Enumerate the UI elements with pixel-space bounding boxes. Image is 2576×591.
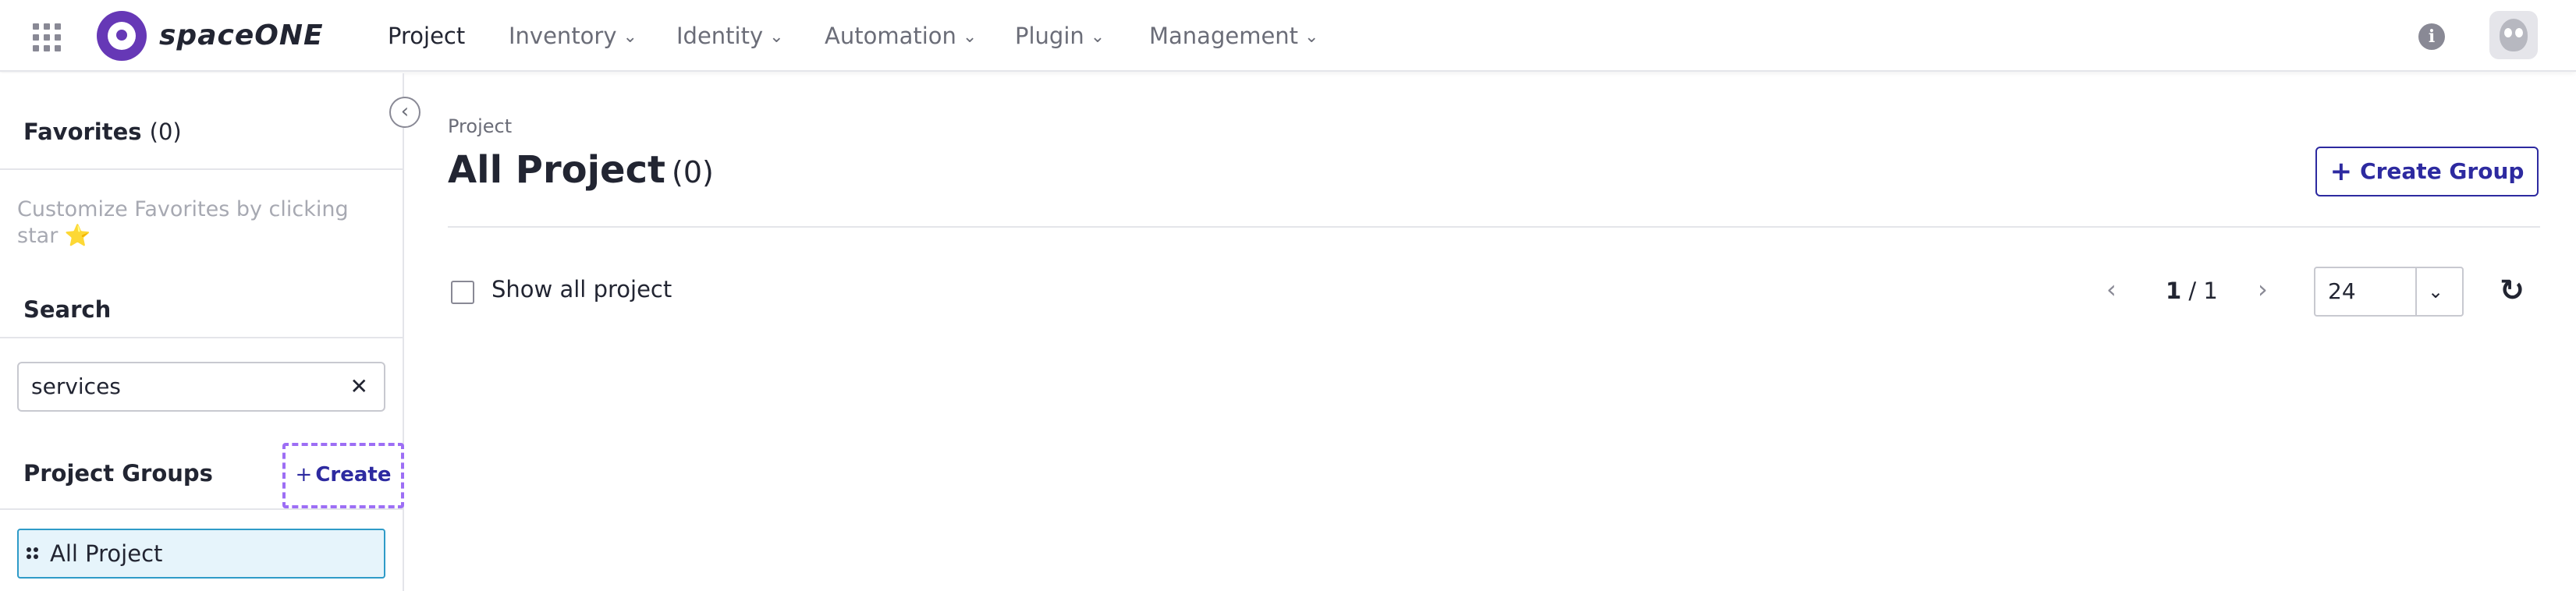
create-project-group-button[interactable]: + Create: [282, 443, 404, 508]
user-avatar[interactable]: [2489, 11, 2538, 59]
page-title-text: All Project: [448, 148, 665, 192]
favorites-count: (0): [149, 119, 182, 145]
nav-item-inventory[interactable]: Inventory ⌄: [509, 22, 637, 50]
chevron-down-icon: ⌄: [769, 27, 784, 47]
plus-icon: +: [295, 463, 313, 487]
project-group-label: All Project: [50, 540, 163, 567]
nav-item-automation[interactable]: Automation ⌄: [825, 22, 977, 50]
show-all-project-checkbox[interactable]: [451, 281, 474, 304]
page-title-count: (0): [672, 155, 714, 189]
content-divider: [448, 226, 2540, 228]
chevron-down-icon: ⌄: [962, 27, 978, 47]
create-group-button[interactable]: + Create Group: [2315, 147, 2539, 196]
chevron-down-icon: ⌄: [1090, 27, 1105, 47]
page-size-select[interactable]: 24 ⌄: [2314, 267, 2464, 317]
brand-wordmark[interactable]: spaceONE: [159, 19, 324, 53]
chevron-down-icon: ⌄: [1304, 27, 1319, 47]
nav-item-identity[interactable]: Identity ⌄: [676, 22, 784, 50]
brand-logo-icon[interactable]: [97, 11, 147, 61]
clear-icon[interactable]: ✕: [350, 363, 368, 410]
nav-item-label: Management: [1149, 23, 1299, 49]
sidebar-divider: [0, 168, 403, 170]
pagination-status: 1 / 1: [2166, 278, 2218, 304]
top-navigation-bar: spaceONE Project Inventory ⌄ Identity ⌄ Au…: [0, 0, 2576, 72]
page-size-value: 24: [2328, 278, 2356, 304]
create-label: Create: [315, 463, 392, 487]
project-group-item-all-project[interactable]: All Project: [17, 529, 385, 579]
total-pages: 1: [2203, 278, 2218, 304]
nav-item-label: Identity: [676, 23, 764, 49]
chevron-down-icon[interactable]: ⌄: [2428, 268, 2443, 315]
collapse-sidebar-button[interactable]: ‹: [389, 97, 420, 128]
search-input-value: services: [31, 373, 121, 399]
favorites-title: Favorites (0): [23, 119, 182, 145]
select-separator: [2415, 268, 2417, 315]
nav-item-plugin[interactable]: Plugin ⌄: [1015, 22, 1105, 50]
plus-icon: +: [2329, 156, 2353, 187]
favorites-hint: Customize Favorites by clicking star ⭐: [17, 197, 349, 248]
sidebar: Favorites (0) Search Project Groups: [0, 73, 404, 591]
nav-item-project[interactable]: Project: [388, 22, 465, 50]
nav-item-management[interactable]: Management ⌄: [1149, 22, 1318, 50]
current-page: 1: [2166, 278, 2182, 304]
chevron-down-icon: ⌄: [623, 27, 637, 47]
nav-item-label: Automation: [825, 23, 956, 49]
search-title: Search: [23, 296, 112, 323]
page-title: All Project (0): [448, 148, 714, 192]
project-groups-title: Project Groups: [23, 460, 213, 487]
show-all-project-label[interactable]: Show all project: [491, 276, 672, 303]
app-menu-grid-icon[interactable]: [31, 22, 62, 53]
nav-item-label: Plugin: [1015, 23, 1084, 49]
nav-item-label: Project: [388, 23, 466, 49]
breadcrumb[interactable]: Project: [448, 115, 512, 137]
nav-item-label: Inventory: [509, 23, 617, 49]
refresh-icon[interactable]: ↻: [2500, 273, 2525, 307]
drag-handle-icon[interactable]: [27, 547, 41, 561]
info-icon[interactable]: i: [2418, 23, 2445, 50]
page-separator: /: [2181, 278, 2204, 304]
sidebar-divider: [0, 337, 403, 338]
favorites-title-text: Favorites: [23, 119, 142, 145]
next-page-icon[interactable]: ›: [2258, 274, 2268, 304]
search-input[interactable]: services ✕: [17, 362, 385, 412]
previous-page-icon[interactable]: ‹: [2106, 274, 2117, 304]
sidebar-divider: [0, 508, 403, 510]
create-group-label: Create Group: [2360, 158, 2525, 184]
